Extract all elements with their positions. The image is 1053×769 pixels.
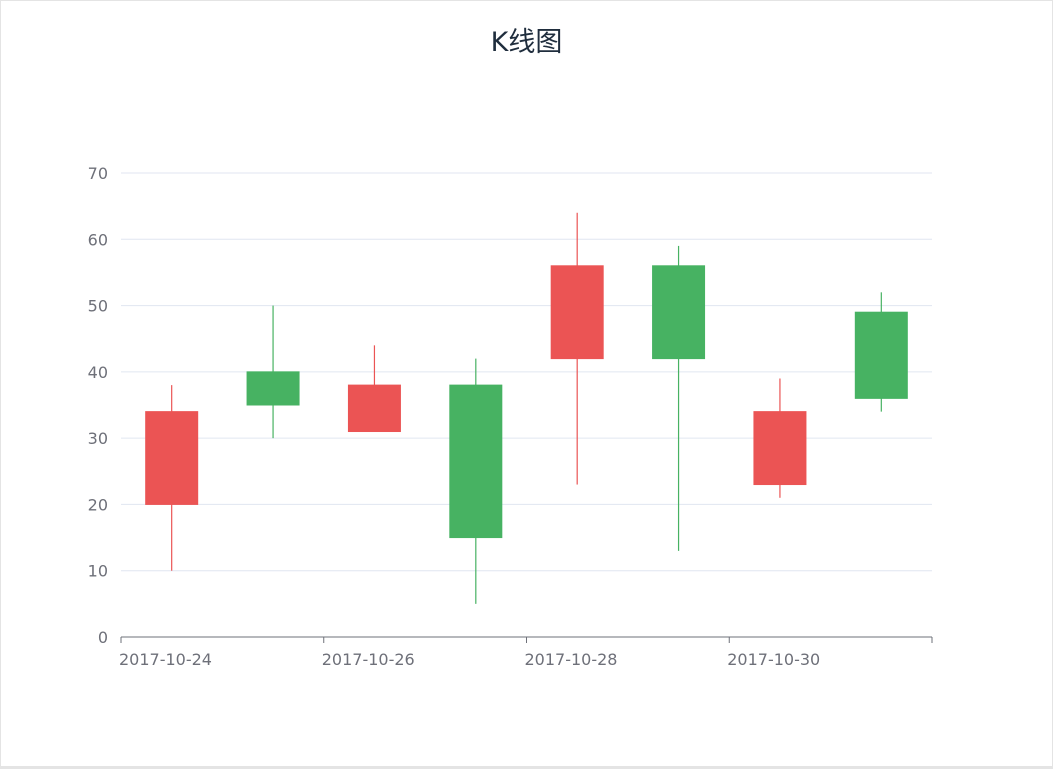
candle bbox=[347, 345, 401, 433]
candle-body bbox=[145, 411, 199, 505]
candle-body bbox=[652, 265, 706, 360]
candle bbox=[145, 385, 199, 571]
x-tick-label: 2017-10-28 bbox=[525, 650, 618, 669]
candle-body bbox=[347, 384, 401, 433]
candle bbox=[854, 292, 908, 412]
x-tick-label: 2017-10-26 bbox=[322, 650, 415, 669]
candle bbox=[652, 245, 706, 551]
y-tick-label: 40 bbox=[88, 363, 108, 382]
candle bbox=[449, 358, 503, 604]
y-tick-label: 60 bbox=[88, 230, 108, 249]
candlestick-chart: 0 10 20 30 40 50 60 70 2017-10-24 2017-10-26 2017-… bbox=[88, 164, 933, 669]
x-tick-label: 2017-10-24 bbox=[119, 650, 212, 669]
candle-body bbox=[449, 384, 503, 539]
candle-body bbox=[246, 371, 300, 406]
candles bbox=[145, 212, 908, 604]
y-tick-label: 0 bbox=[98, 628, 108, 647]
y-tick-label: 50 bbox=[88, 297, 108, 316]
candle bbox=[550, 212, 604, 485]
x-tick-label: 2017-10-30 bbox=[727, 650, 820, 669]
y-tick-label: 30 bbox=[88, 429, 108, 448]
candle bbox=[246, 305, 300, 439]
candle-body bbox=[753, 411, 807, 486]
y-tick-label: 70 bbox=[88, 164, 108, 183]
y-tick-label: 10 bbox=[88, 562, 108, 581]
candle-body bbox=[550, 265, 604, 360]
candle bbox=[753, 378, 807, 498]
grid-lines bbox=[121, 172, 932, 572]
y-tick-label: 20 bbox=[88, 495, 108, 514]
candle-body bbox=[854, 311, 908, 399]
